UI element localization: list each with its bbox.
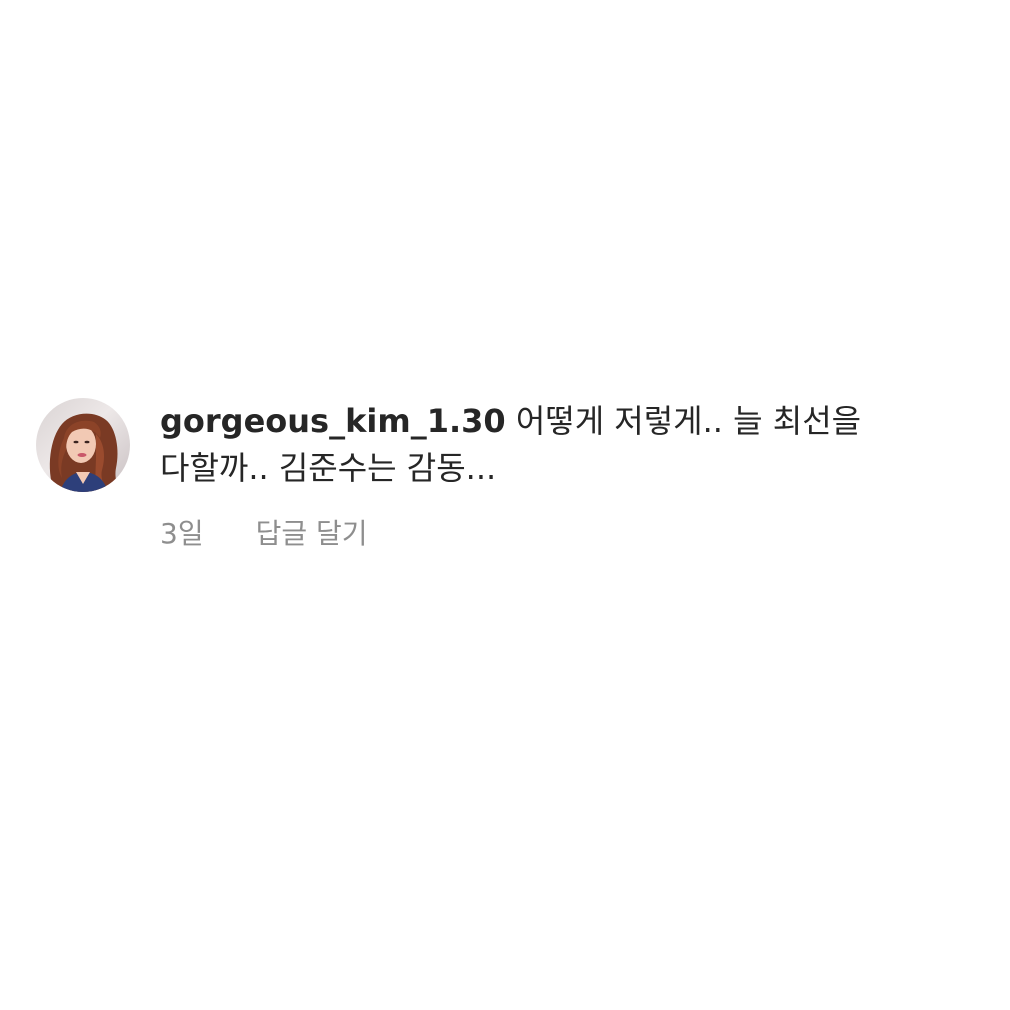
comment-item: gorgeous_kim_1.30 어떻게 저렇게.. 늘 최선을 다할까.. … xyxy=(36,398,966,552)
comment-body: gorgeous_kim_1.30 어떻게 저렇게.. 늘 최선을 다할까.. … xyxy=(160,398,950,552)
username-link[interactable]: gorgeous_kim_1.30 xyxy=(160,402,506,440)
reply-button[interactable]: 답글 달기 xyxy=(256,512,368,552)
comment-text-line: gorgeous_kim_1.30 어떻게 저렇게.. 늘 최선을 다할까.. … xyxy=(160,398,950,492)
profile-photo-icon xyxy=(49,413,120,492)
timestamp: 3일 xyxy=(160,517,204,550)
avatar[interactable] xyxy=(36,398,130,492)
comment-meta: 3일 답글 달기 xyxy=(160,512,950,552)
